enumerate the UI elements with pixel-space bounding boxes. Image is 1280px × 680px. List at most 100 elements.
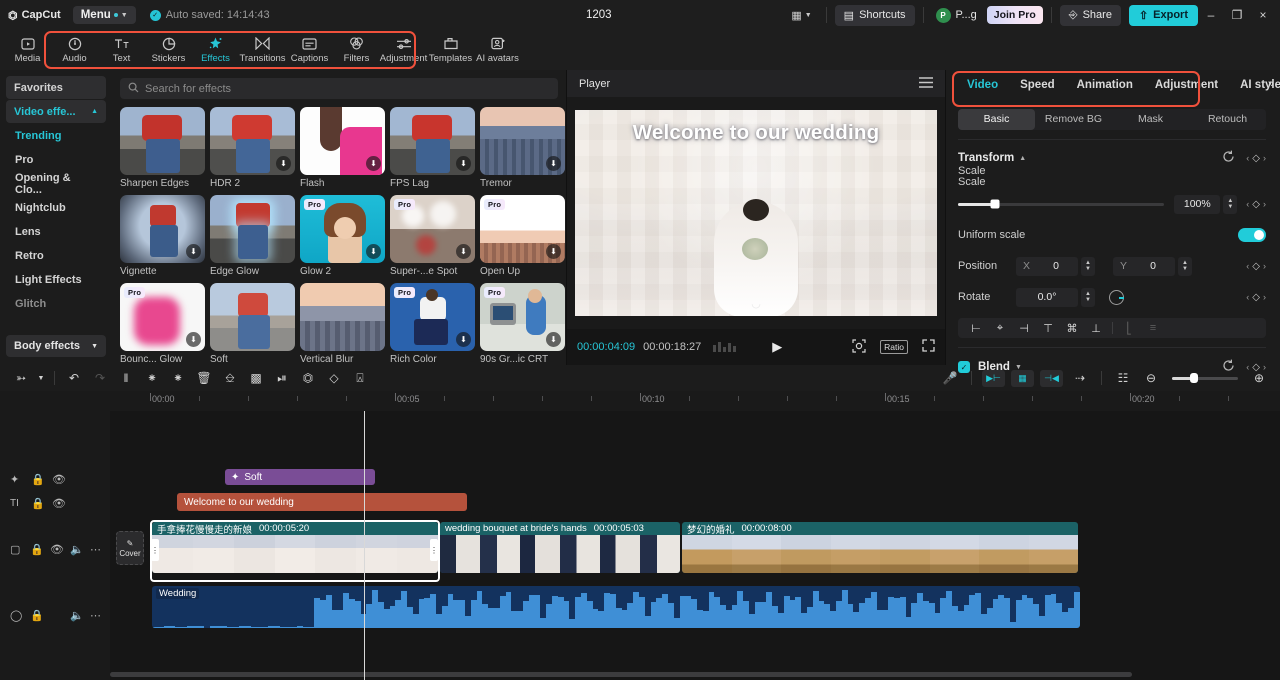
rotate-icon[interactable]: ◇	[321, 367, 347, 389]
prev-keyframe-icon[interactable]: ‹	[1246, 261, 1249, 271]
sidebar-item-nightclub[interactable]: Nightclub	[6, 196, 106, 219]
eye-icon[interactable]: 👁	[52, 497, 73, 510]
uniform-scale-toggle[interactable]	[1238, 228, 1266, 242]
video-preview[interactable]: Welcome to our wedding ◡	[575, 110, 937, 316]
sidebar-item-video-effects[interactable]: Video effe... ▲	[6, 100, 106, 123]
speaker-icon[interactable]: 🔈	[70, 543, 90, 556]
distribute-horizontal-icon[interactable]: ⎣	[1117, 318, 1141, 338]
subtab-mask[interactable]: Mask	[1112, 109, 1189, 130]
download-icon[interactable]: ⬇	[546, 244, 561, 259]
tab-adjustment[interactable]: Adjustment	[380, 31, 427, 69]
menu-button[interactable]: Menu ▼	[73, 6, 136, 24]
align-center-horizontal-icon[interactable]: ⌖	[988, 318, 1012, 338]
eye-icon[interactable]: 👁	[50, 543, 70, 556]
scale-keyframe-control[interactable]: ‹ ◇ ›	[1246, 199, 1266, 210]
split-icon[interactable]: ‖	[113, 367, 139, 389]
download-icon[interactable]: ⬇	[366, 156, 381, 171]
tab-audio[interactable]: Audio	[51, 31, 98, 69]
download-icon[interactable]: ⬇	[366, 244, 381, 259]
undo-icon[interactable]: ↶	[61, 367, 87, 389]
body-effects-dropdown[interactable]: Body effects ▼	[6, 335, 106, 357]
tab-filters[interactable]: Filters	[333, 31, 380, 69]
effect-cell[interactable]: Pro ⬇ Glow 2	[300, 195, 385, 277]
subtab-remove-bg[interactable]: Remove BG	[1035, 109, 1112, 130]
subtab-retouch[interactable]: Retouch	[1189, 109, 1266, 130]
position-x-field[interactable]: X 0	[1016, 257, 1078, 276]
sidebar-item-favorites[interactable]: Favorites	[6, 76, 106, 99]
ratio-button[interactable]: Ratio	[880, 340, 908, 354]
sidebar-item-pro[interactable]: Pro	[6, 148, 106, 171]
eye-icon[interactable]: 👁	[52, 473, 73, 486]
sidebar-item-opening-closing[interactable]: Opening & Clo...	[6, 172, 106, 195]
audio-icon[interactable]: ◯	[10, 609, 30, 622]
blend-keyframe-control[interactable]: ‹ ◇ ›	[1246, 362, 1266, 373]
reverse-icon[interactable]: ⏯	[269, 367, 295, 389]
collapse-arrow-icon[interactable]: ◡	[751, 297, 761, 310]
download-icon[interactable]: ⬇	[186, 244, 201, 259]
video-clip[interactable]: 梦幻的婚礼 00:00:08:00	[682, 522, 1078, 573]
next-keyframe-icon[interactable]: ›	[1263, 261, 1266, 271]
reset-icon[interactable]	[1222, 150, 1235, 166]
keyframe-diamond-icon[interactable]: ◇	[1252, 199, 1260, 210]
effect-cell[interactable]: ⬇ HDR 2	[210, 107, 295, 189]
keyframe-diamond-icon[interactable]: ◇	[1252, 261, 1260, 272]
effect-icon[interactable]: ✦	[10, 473, 31, 486]
tab-ai-avatars[interactable]: AI avatars	[474, 31, 521, 69]
trim-left-icon[interactable]: ⁕	[139, 367, 165, 389]
tab-captions[interactable]: Captions	[286, 31, 333, 69]
tab-speed[interactable]: Speed	[1009, 70, 1066, 100]
next-keyframe-icon[interactable]: ›	[1263, 199, 1266, 209]
align-center-vertical-icon[interactable]: ⌘	[1060, 318, 1084, 338]
slider-knob[interactable]	[991, 200, 1000, 209]
video-icon[interactable]: ▢	[10, 543, 30, 556]
zoom-slider-knob[interactable]	[1190, 373, 1198, 383]
mirror-icon[interactable]: ⏣	[295, 367, 321, 389]
tab-adjustment[interactable]: Adjustment	[1144, 70, 1229, 100]
effect-cell[interactable]: Pro ⬇ Bounc... Glow	[120, 283, 205, 365]
position-x-stepper[interactable]: ▲▼	[1081, 257, 1095, 276]
effect-cell[interactable]: Soft	[210, 283, 295, 365]
cover-button[interactable]: ✎ Cover	[116, 531, 144, 565]
effect-cell[interactable]: Pro ⬇ Super-...e Spot	[390, 195, 475, 277]
effect-cell[interactable]: Pro ⬇ Rich Color	[390, 283, 475, 365]
user-account-button[interactable]: P P...g	[932, 6, 981, 25]
tab-animation[interactable]: Animation	[1066, 70, 1144, 100]
share-button[interactable]: ⎆ Share	[1060, 5, 1121, 26]
align-bottom-icon[interactable]: ⊥	[1084, 318, 1108, 338]
redo-icon[interactable]: ↷	[87, 367, 113, 389]
next-keyframe-icon[interactable]: ›	[1263, 362, 1266, 372]
tab-media[interactable]: Media	[4, 31, 51, 69]
effect-cell[interactable]: Pro ⬇ 90s Gr...ic CRT	[480, 283, 565, 365]
reset-icon[interactable]	[1222, 359, 1235, 375]
download-icon[interactable]: ⬇	[456, 244, 471, 259]
position-y-stepper[interactable]: ▲▼	[1178, 257, 1192, 276]
next-keyframe-icon[interactable]: ›	[1263, 292, 1266, 302]
effect-clip[interactable]: ✦ Soft	[225, 469, 375, 485]
player-menu-icon[interactable]	[919, 77, 933, 91]
prev-keyframe-icon[interactable]: ‹	[1246, 153, 1249, 163]
prev-keyframe-icon[interactable]: ‹	[1246, 362, 1249, 372]
align-right-icon[interactable]: ⊣	[1012, 318, 1036, 338]
sidebar-item-trending[interactable]: Trending	[6, 124, 106, 147]
effect-cell[interactable]: ⬇ FPS Lag	[390, 107, 475, 189]
video-clip[interactable]: 手拿捧花慢慢走的新娘 00:00:05:20	[152, 522, 438, 573]
rotate-stepper[interactable]: ▲▼	[1081, 288, 1095, 307]
distribute-vertical-icon[interactable]: ≡	[1141, 318, 1165, 338]
position-y-field[interactable]: Y 0	[1113, 257, 1175, 276]
join-pro-badge[interactable]: Join Pro	[987, 6, 1043, 24]
export-button[interactable]: ⇧ Export	[1129, 5, 1198, 26]
scale-value[interactable]: 100%	[1174, 195, 1220, 214]
effect-cell[interactable]: ⬇ Flash	[300, 107, 385, 189]
prev-keyframe-icon[interactable]: ‹	[1246, 292, 1249, 302]
keyframe-diamond-icon[interactable]: ◇	[1252, 153, 1260, 164]
play-button[interactable]: ▶	[772, 339, 782, 355]
next-keyframe-icon[interactable]: ›	[1263, 153, 1266, 163]
tab-transitions[interactable]: Transitions	[239, 31, 286, 69]
more-icon[interactable]: ⋯	[90, 543, 110, 556]
crop-icon[interactable]: ⍓	[347, 367, 373, 389]
tab-effects[interactable]: Effects	[192, 31, 239, 69]
trim-handle-left[interactable]: ⋮	[151, 539, 159, 561]
blend-title[interactable]: Blend	[978, 361, 1010, 373]
text-clip[interactable]: Welcome to our wedding	[177, 493, 467, 511]
download-icon[interactable]: ⬇	[276, 156, 291, 171]
